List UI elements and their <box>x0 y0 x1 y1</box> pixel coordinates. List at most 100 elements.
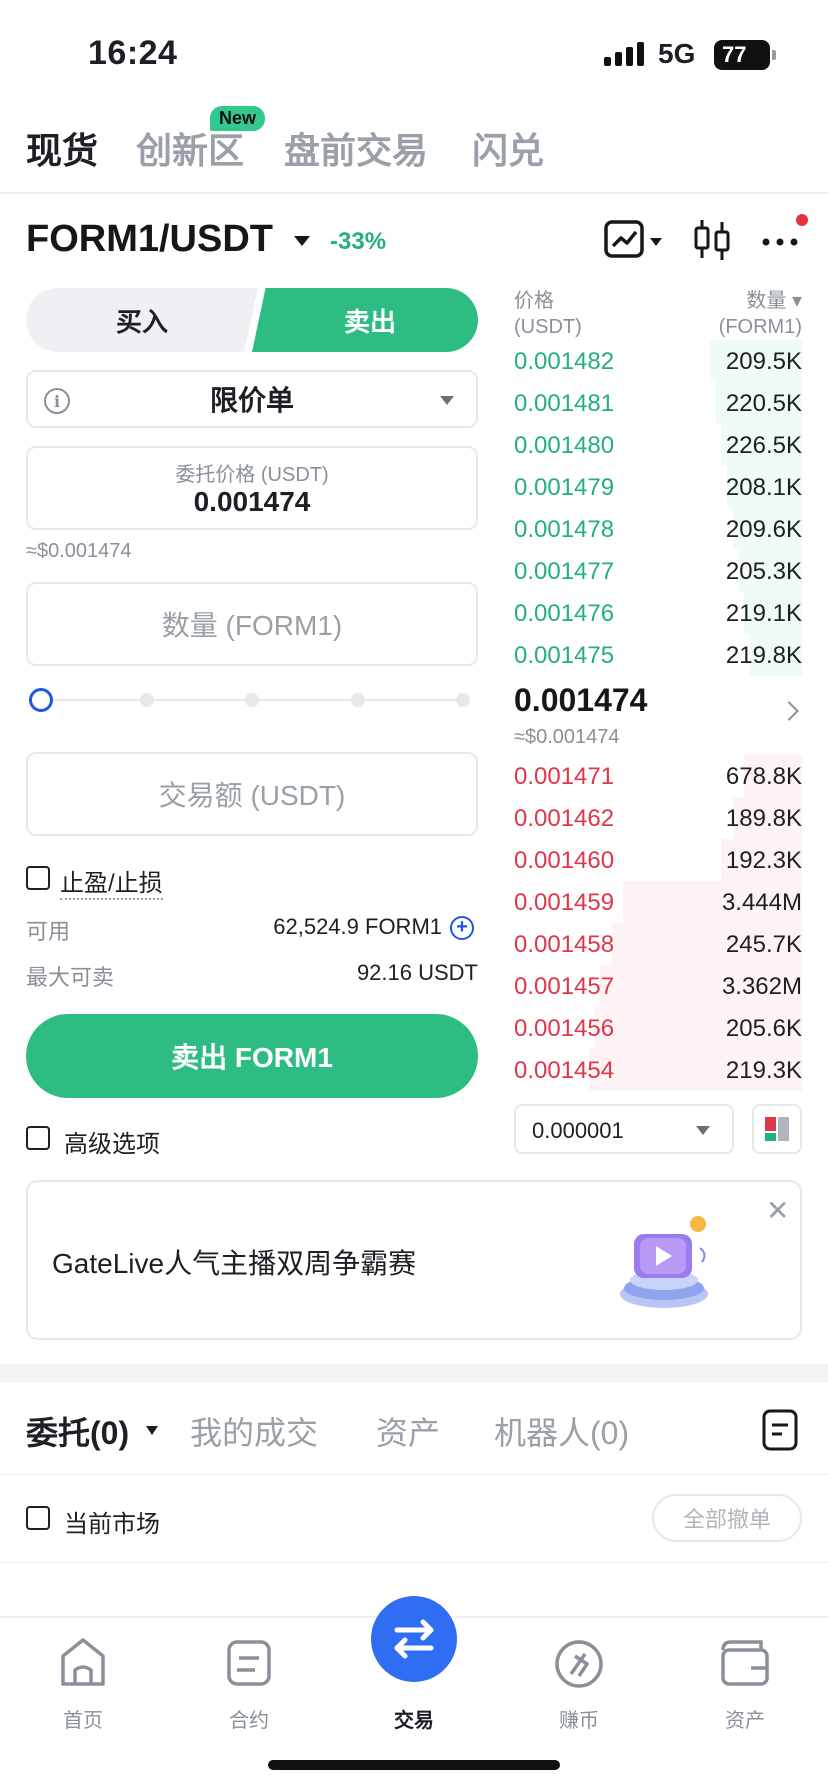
ask-qty: 205.3K <box>725 558 802 585</box>
chevron-down-icon: ▾ <box>791 290 802 312</box>
slider-step-100[interactable] <box>456 693 470 707</box>
ob-qty-header-unit: (FORM1) <box>718 316 802 338</box>
bid-row[interactable]: 0.001458 245.7K <box>514 923 802 965</box>
cancel-all-button[interactable]: 全部撤单 <box>652 1494 802 1542</box>
new-badge: New <box>210 106 266 131</box>
info-icon[interactable]: i <box>44 388 70 414</box>
promo-banner-text[interactable]: GateLive人气主播双周争霸赛 <box>52 1242 416 1282</box>
nav-trade-label: 交易 <box>394 1710 434 1732</box>
ask-row[interactable]: 0.001479 208.1K <box>514 466 802 508</box>
tab-spot[interactable]: 现货 <box>26 122 98 174</box>
tab-convert[interactable]: 闪兑 <box>472 122 544 174</box>
buy-tab[interactable]: 买入 <box>26 288 258 352</box>
price-change: -33% <box>330 228 387 255</box>
tpsl-checkbox[interactable] <box>26 866 50 890</box>
header-divider <box>0 192 828 194</box>
amount-input[interactable]: 交易额 (USDT) <box>26 752 478 836</box>
price-approx: ≈$0.001474 <box>26 540 132 562</box>
ask-row[interactable]: 0.001476 219.1K <box>514 592 802 634</box>
tab-assets[interactable]: 资产 <box>376 1408 440 1454</box>
bid-price: 0.001457 <box>514 973 615 1000</box>
bid-row[interactable]: 0.001462 189.8K <box>514 797 802 839</box>
advanced-label[interactable]: 高级选项 <box>64 1124 160 1159</box>
bid-price: 0.001458 <box>514 931 615 958</box>
slider-step-50[interactable] <box>245 693 259 707</box>
ask-qty: 220.5K <box>725 390 802 417</box>
slider-step-75[interactable] <box>351 693 365 707</box>
nav-trade-button[interactable] <box>371 1596 457 1682</box>
tab-premarket[interactable]: 盘前交易 <box>284 122 428 174</box>
bid-row[interactable]: 0.001471 678.8K <box>514 755 802 797</box>
current-market-label[interactable]: 当前市场 <box>64 1504 160 1539</box>
ask-qty: 219.1K <box>725 600 802 627</box>
candlestick-icon[interactable] <box>692 218 732 262</box>
chevron-right-icon[interactable] <box>779 701 799 721</box>
bid-row[interactable]: 0.001457 3.362M <box>514 965 802 1007</box>
earn-icon <box>555 1640 603 1688</box>
ask-qty: 209.5K <box>725 348 802 375</box>
chevron-down-icon[interactable] <box>146 1426 158 1435</box>
nav-home[interactable]: 首页 <box>13 1626 153 1732</box>
tab-my-trades[interactable]: 我的成交 <box>190 1408 318 1454</box>
status-time: 16:24 <box>88 34 178 72</box>
tab-open-orders[interactable]: 委托(0) <box>26 1408 129 1454</box>
notification-dot <box>796 214 808 226</box>
home-indicator <box>268 1760 560 1770</box>
live-stream-illustration-icon <box>620 1216 708 1308</box>
bid-price: 0.001459 <box>514 889 615 916</box>
last-price: 0.001474 <box>514 682 648 718</box>
price-input-value[interactable]: 0.001474 <box>28 486 476 518</box>
sell-tab[interactable]: 卖出 <box>252 288 478 352</box>
quantity-input[interactable]: 数量 (FORM1) <box>26 582 478 666</box>
slider-step-25[interactable] <box>140 693 154 707</box>
ask-price: 0.001482 <box>514 348 615 375</box>
tab-bots[interactable]: 机器人(0) <box>494 1408 629 1454</box>
ask-row[interactable]: 0.001482 209.5K <box>514 340 802 382</box>
ask-row[interactable]: 0.001475 219.8K <box>514 634 802 676</box>
ask-price: 0.001480 <box>514 432 615 459</box>
ob-price-header: 价格 (USDT) <box>514 288 582 340</box>
bid-row[interactable]: 0.001460 192.3K <box>514 839 802 881</box>
bid-qty: 219.3K <box>725 1057 802 1084</box>
tpsl-label[interactable]: 止盈/止损 <box>60 863 163 900</box>
current-market-checkbox[interactable] <box>26 1506 50 1530</box>
ask-qty: 209.6K <box>725 516 802 543</box>
close-icon[interactable]: ✕ <box>766 1194 789 1227</box>
ask-price: 0.001478 <box>514 516 615 543</box>
ask-row[interactable]: 0.001481 220.5K <box>514 382 802 424</box>
ask-row[interactable]: 0.001477 205.3K <box>514 550 802 592</box>
pair-caret-icon[interactable] <box>294 236 310 246</box>
ask-row[interactable]: 0.001480 226.5K <box>514 424 802 466</box>
slider-handle[interactable] <box>29 688 53 712</box>
order-type-select[interactable]: i 限价单 <box>26 370 478 428</box>
bid-row[interactable]: 0.001459 3.444M <box>514 881 802 923</box>
sell-submit-button[interactable]: 卖出 FORM1 <box>26 1014 478 1098</box>
ob-qty-header-label: 数量 <box>746 290 787 312</box>
orders-divider <box>0 1474 828 1475</box>
pair-selector[interactable]: FORM1/USDT <box>26 218 273 261</box>
nav-earn[interactable]: 赚币 <box>509 1626 649 1732</box>
nav-futures[interactable]: 合约 <box>179 1626 319 1732</box>
order-history-icon[interactable] <box>760 1408 800 1452</box>
price-input[interactable]: 委托价格 (USDT) 0.001474 <box>26 446 478 530</box>
bid-row[interactable]: 0.001454 219.3K <box>514 1049 802 1091</box>
advanced-checkbox[interactable] <box>26 1126 50 1150</box>
ob-qty-header[interactable]: 数量 ▾ (FORM1) <box>719 288 802 340</box>
battery-icon: 77 <box>714 40 776 70</box>
ask-qty: 208.1K <box>725 474 802 501</box>
bid-row[interactable]: 0.001456 205.6K <box>514 1007 802 1049</box>
ask-price: 0.001476 <box>514 600 615 627</box>
precision-select[interactable]: 0.000001 <box>514 1104 734 1154</box>
plus-circle-icon[interactable]: + <box>450 916 474 940</box>
chart-icon[interactable] <box>604 218 666 262</box>
book-layout-button[interactable] <box>752 1104 802 1154</box>
ob-price-header-label: 价格 <box>514 290 554 312</box>
futures-icon <box>227 1640 271 1686</box>
nav-assets[interactable]: 资产 <box>675 1626 815 1732</box>
nav-futures-label: 合约 <box>229 1710 269 1732</box>
bid-qty: 3.444M <box>721 889 802 916</box>
nav-home-label: 首页 <box>63 1710 103 1732</box>
available-label: 可用 <box>26 919 71 944</box>
more-icon[interactable] <box>760 218 800 262</box>
ask-row[interactable]: 0.001478 209.6K <box>514 508 802 550</box>
